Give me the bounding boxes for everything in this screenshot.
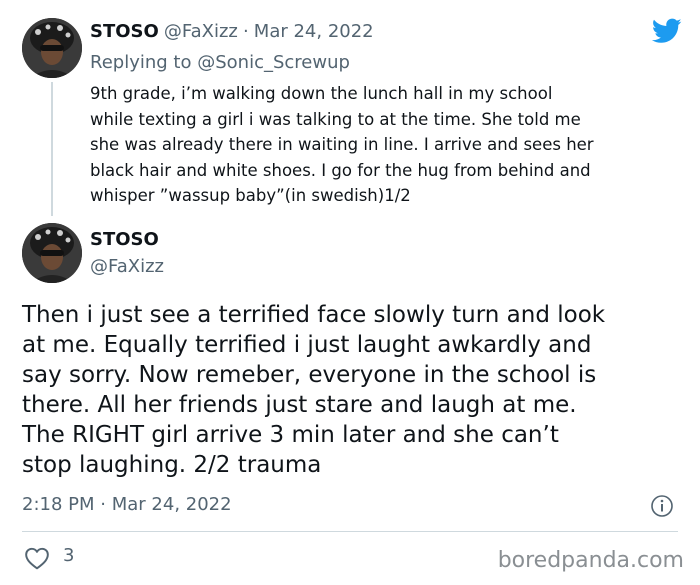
reply-tweet-text: 9th grade, i’m walking down the lunch ha… bbox=[90, 84, 594, 205]
author-handle[interactable]: @FaXizz bbox=[90, 256, 164, 277]
author-handle[interactable]: @FaXizz bbox=[164, 21, 238, 42]
separator: · bbox=[242, 21, 249, 42]
watermark: boredpanda.com bbox=[497, 548, 684, 573]
info-icon[interactable] bbox=[650, 494, 674, 522]
replying-to-handle[interactable]: @Sonic_Screwup bbox=[197, 52, 350, 73]
main-tweet-text: Then i just see a terrified face slowly … bbox=[22, 302, 606, 478]
heart-icon[interactable] bbox=[24, 546, 50, 574]
replying-to-label: Replying to bbox=[90, 52, 192, 73]
tweet-time: 2:18 PM bbox=[22, 494, 95, 515]
tweet-timestamp[interactable]: 2:18 PM · Mar 24, 2022 bbox=[22, 494, 232, 515]
like-count: 3 bbox=[63, 545, 75, 566]
tweet-date: Mar 24, 2022 bbox=[111, 494, 232, 515]
avatar[interactable] bbox=[22, 223, 82, 283]
twitter-bird-icon bbox=[651, 18, 682, 48]
reply-tweet-header: STOSO @FaXizz · Mar 24, 2022 bbox=[90, 21, 374, 42]
author-name[interactable]: STOSO bbox=[90, 229, 159, 250]
tweet-date[interactable]: Mar 24, 2022 bbox=[254, 21, 374, 42]
avatar[interactable] bbox=[22, 18, 82, 78]
separator: · bbox=[100, 494, 106, 515]
author-name[interactable]: STOSO bbox=[90, 21, 159, 42]
replying-to: Replying to @Sonic_Screwup bbox=[90, 52, 350, 73]
thread-line bbox=[51, 82, 53, 216]
divider bbox=[22, 531, 678, 532]
